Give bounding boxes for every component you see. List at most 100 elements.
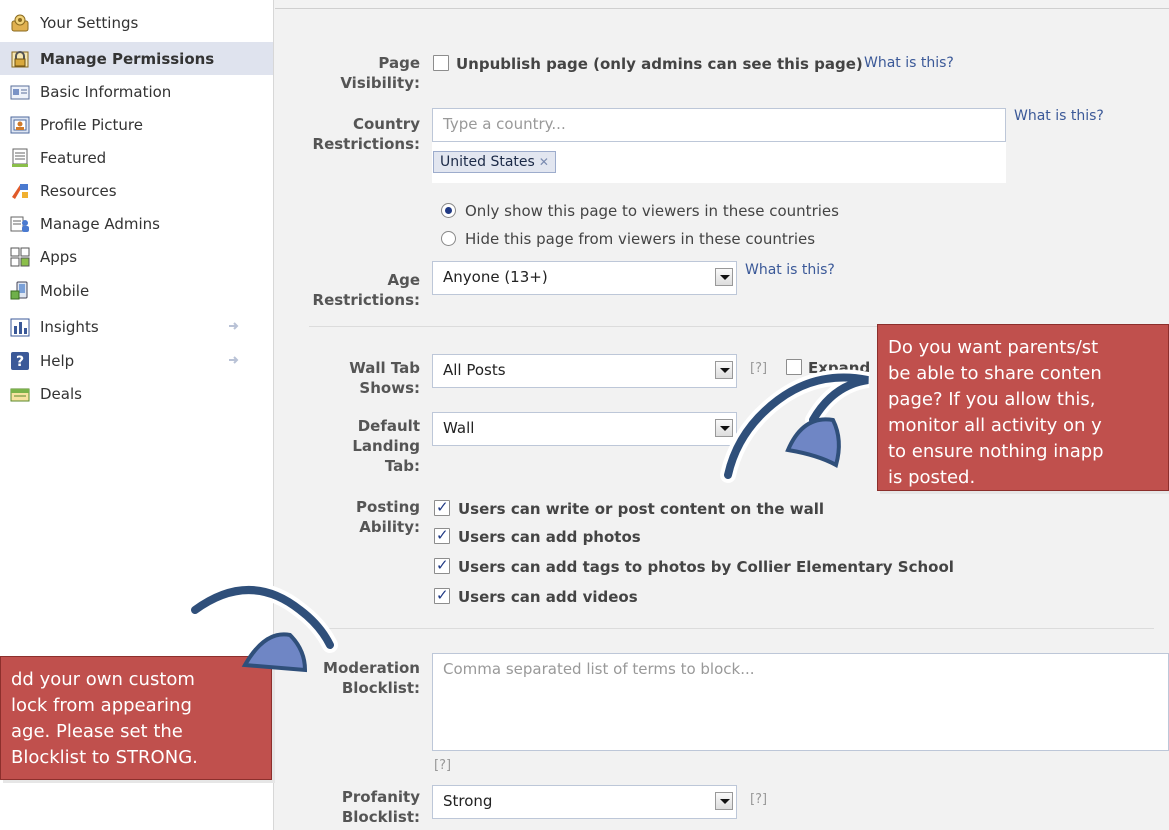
settings-icon <box>9 12 31 34</box>
posting-tags-checkbox[interactable] <box>434 556 450 574</box>
posting-videos-label: Users can add videos <box>458 588 638 606</box>
label-line: Blocklist: <box>341 679 420 697</box>
featured-icon <box>9 147 31 169</box>
label-line: Profanity <box>341 788 420 806</box>
label-line: Shows: <box>359 379 420 397</box>
label-line: Age <box>387 271 420 289</box>
wall-tab-select-value: All Posts <box>443 361 506 379</box>
sidebar-item-label: Apps <box>40 247 78 266</box>
sidebar-item-label: Profile Picture <box>40 115 143 134</box>
arrow-right-icon <box>227 353 241 367</box>
country-input[interactable]: Type a country... <box>432 108 1006 142</box>
chevron-down-icon[interactable] <box>715 268 733 286</box>
country-restrictions-label: Country Restrictions: <box>300 114 420 154</box>
sidebar-item-label: Deals <box>40 384 82 403</box>
sidebar-item-apps[interactable]: Apps <box>0 240 273 273</box>
top-divider <box>275 8 1169 9</box>
mobile-icon <box>9 280 31 302</box>
radio-hide[interactable] <box>441 231 456 246</box>
profanity-select-value: Strong <box>443 792 493 810</box>
age-select[interactable]: Anyone (13+) <box>432 261 737 295</box>
wall-tab-select[interactable]: All Posts <box>432 354 737 388</box>
sidebar-item-label: Insights <box>40 317 99 336</box>
posting-ability-label: Posting Ability: <box>300 497 420 537</box>
sidebar-item-label: Help <box>40 351 75 370</box>
sidebar-item-insights[interactable]: Insights <box>0 310 273 343</box>
label-line: Restrictions: <box>312 135 420 153</box>
info-card-icon <box>9 81 31 103</box>
country-token-label: United States <box>440 154 535 170</box>
radio-hide-label: Hide this page from viewers in these cou… <box>465 230 816 248</box>
sidebar-item-help[interactable]: ? Help <box>0 344 273 377</box>
posting-photos-checkbox[interactable] <box>434 526 450 544</box>
deals-icon <box>9 383 31 405</box>
sidebar-item-profile-picture[interactable]: Profile Picture <box>0 108 273 141</box>
default-landing-label: Default Landing Tab: <box>300 416 420 476</box>
label-line: Country <box>352 115 420 133</box>
page-visibility-help-link[interactable]: What is this? <box>864 55 954 71</box>
label-line: Wall Tab <box>349 359 420 377</box>
label-line: Posting <box>356 498 420 516</box>
sidebar-item-label: Basic Information <box>40 82 172 101</box>
moderation-help[interactable]: [?] <box>434 758 451 773</box>
sidebar-item-label: Your Settings <box>40 13 139 32</box>
profanity-select[interactable]: Strong <box>432 785 737 819</box>
apps-icon <box>9 246 31 268</box>
label-line: Tab: <box>384 457 420 475</box>
posting-tags-label: Users can add tags to photos by Collier … <box>458 558 954 576</box>
sidebar-item-label: Manage Admins <box>40 214 160 233</box>
label-line: Landing <box>352 437 420 455</box>
admins-icon <box>9 213 31 235</box>
posting-write-label: Users can write or post content on the w… <box>458 500 824 518</box>
country-help-link[interactable]: What is this? <box>1014 108 1104 124</box>
profanity-blocklist-label: Profanity Blocklist: <box>300 787 420 827</box>
section-divider <box>309 628 1154 629</box>
profanity-help[interactable]: [?] <box>750 792 767 807</box>
pointer-hand-icon <box>720 369 870 483</box>
pointer-hand-icon <box>187 582 338 673</box>
age-select-value: Anyone (13+) <box>443 268 548 286</box>
label-line: Ability: <box>359 518 420 536</box>
page-visibility-label: Page Visibility: <box>300 53 420 93</box>
sidebar-item-resources[interactable]: Resources <box>0 174 273 207</box>
sidebar-item-manage-admins[interactable]: Manage Admins <box>0 207 273 240</box>
sidebar-item-label: Mobile <box>40 281 90 300</box>
resources-icon <box>9 180 31 202</box>
wall-tab-label: Wall Tab Shows: <box>300 358 420 398</box>
landing-tab-select-value: Wall <box>443 419 475 437</box>
chevron-down-icon[interactable] <box>715 792 733 810</box>
unpublish-label: Unpublish page (only admins can see this… <box>456 55 863 73</box>
sidebar-item-featured[interactable]: Featured <box>0 141 273 174</box>
arrow-right-icon <box>227 319 241 333</box>
sidebar-item-label: Featured <box>40 148 107 167</box>
lock-icon <box>9 48 31 70</box>
remove-token-icon[interactable]: ✕ <box>539 155 549 169</box>
moderation-textarea[interactable]: Comma separated list of terms to block..… <box>432 653 1169 751</box>
label-line: Default <box>357 417 420 435</box>
label-line: Blocklist: <box>341 808 420 826</box>
radio-only-show[interactable] <box>441 203 456 218</box>
landing-tab-select[interactable]: Wall <box>432 412 737 446</box>
picture-icon <box>9 114 31 136</box>
insights-icon <box>9 316 31 338</box>
label-line: Visibility: <box>340 74 420 92</box>
sidebar-item-deals[interactable]: Deals <box>0 377 273 410</box>
radio-only-show-label: Only show this page to viewers in these … <box>465 202 839 220</box>
age-restrictions-label: Age Restrictions: <box>300 270 420 310</box>
sidebar-item-basic-information[interactable]: Basic Information <box>0 75 273 108</box>
posting-write-checkbox[interactable] <box>434 498 450 516</box>
posting-photos-label: Users can add photos <box>458 528 641 546</box>
sidebar-item-label: Resources <box>40 181 117 200</box>
svg-text:?: ? <box>16 354 24 370</box>
label-line: Restrictions: <box>312 291 420 309</box>
label-line: Page <box>378 54 420 72</box>
sidebar-item-your-settings[interactable]: Your Settings <box>0 6 273 39</box>
sidebar-item-manage-permissions[interactable]: Manage Permissions <box>0 42 273 75</box>
sidebar-item-mobile[interactable]: Mobile <box>0 274 273 307</box>
unpublish-checkbox[interactable] <box>433 55 449 71</box>
country-token[interactable]: United States ✕ <box>433 151 556 173</box>
age-help-link[interactable]: What is this? <box>745 262 835 278</box>
help-icon: ? <box>9 350 31 372</box>
sidebar-item-label: Manage Permissions <box>40 49 215 68</box>
posting-videos-checkbox[interactable] <box>434 586 450 604</box>
